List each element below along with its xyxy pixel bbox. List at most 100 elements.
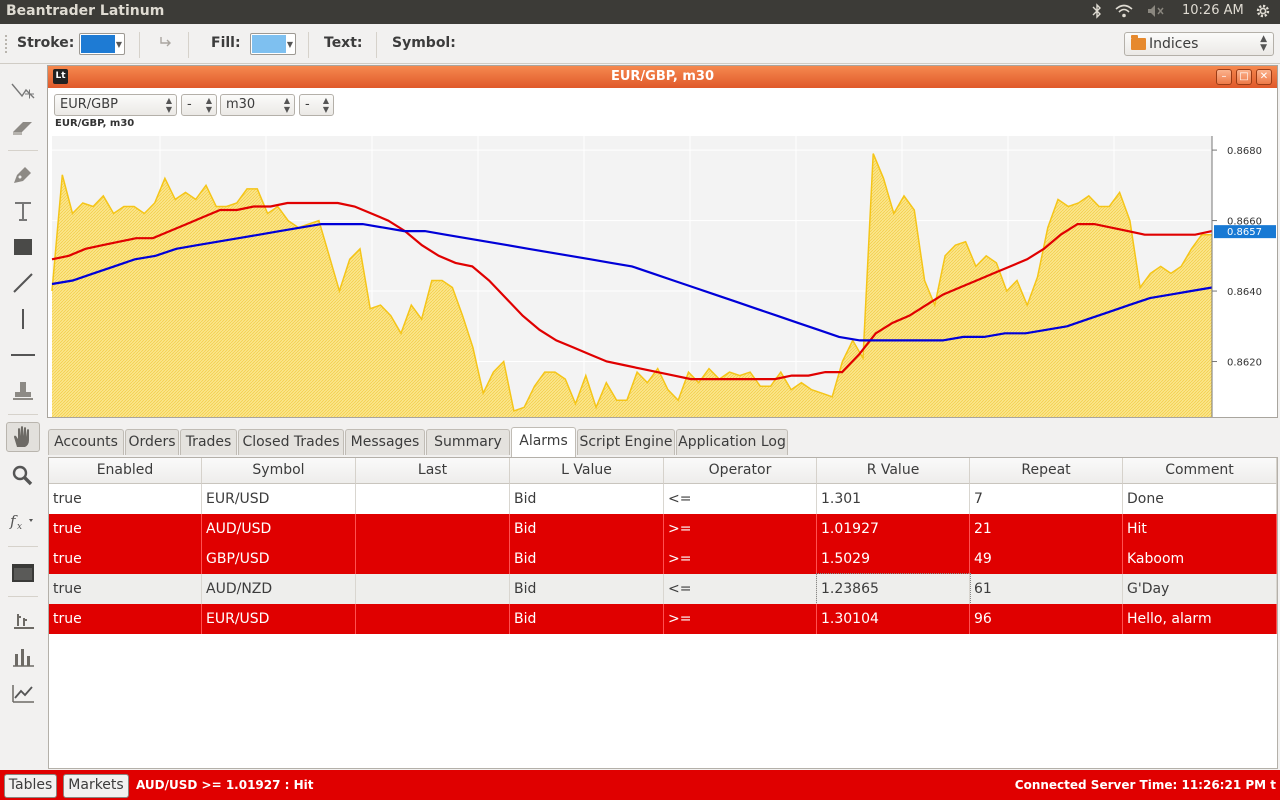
cell-comment: G'Day	[1123, 574, 1277, 604]
table-row[interactable]: true GBP/USD Bid >= 1.5029 49 Kaboom	[49, 544, 1277, 574]
status-bar: Tables Markets AUD/USD >= 1.01927 : Hit …	[0, 770, 1280, 800]
zoom-magnifier-icon[interactable]	[6, 460, 40, 490]
tables-button[interactable]: Tables	[4, 774, 57, 798]
stroke-color-swatch	[81, 35, 115, 53]
separator	[8, 150, 38, 151]
status-message: AUD/USD >= 1.01927 : Hit	[136, 778, 314, 792]
markets-button[interactable]: Markets	[63, 774, 129, 798]
left-tool-palette: fx	[0, 64, 46, 770]
text-tool-icon[interactable]	[6, 196, 40, 226]
cell-comment: Hit	[1123, 514, 1277, 544]
ohlc-bars-icon[interactable]	[6, 604, 40, 634]
column-header-repeat[interactable]: Repeat	[970, 458, 1123, 484]
vertical-line-tool-icon[interactable]	[6, 304, 40, 334]
table-row[interactable]: true EUR/USD Bid >= 1.30104 96 Hello, alarm	[49, 604, 1277, 634]
cell-lvalue: Bid	[510, 604, 664, 634]
cell-last	[356, 574, 510, 604]
cell-repeat: 61	[970, 574, 1123, 604]
table-row[interactable]: true EUR/USD Bid <= 1.301 7 Done	[49, 484, 1277, 514]
separator	[188, 32, 189, 58]
cell-enabled: true	[49, 544, 202, 574]
tab-alarms[interactable]: Alarms	[511, 427, 576, 457]
column-header-enabled[interactable]: Enabled	[49, 458, 202, 484]
chevron-down-icon: ▼	[115, 40, 122, 49]
tab-closed-trades[interactable]: Closed Trades	[238, 429, 344, 455]
tab-orders[interactable]: Orders	[125, 429, 179, 455]
chevron-down-icon: ▼	[286, 40, 293, 49]
cell-operator: <=	[664, 484, 817, 514]
drawing-toolbar: Stroke: ▼ Fill: ▼ Text: Symbol:	[0, 24, 1280, 64]
separator	[8, 546, 38, 547]
table-row[interactable]: true AUD/USD Bid >= 1.01927 21 Hit	[49, 514, 1277, 544]
cell-symbol: EUR/USD	[202, 604, 356, 634]
swap-colors-icon[interactable]	[157, 34, 175, 56]
window-panel-icon[interactable]	[6, 558, 40, 588]
fill-color-swatch	[252, 35, 286, 53]
column-header-comment[interactable]: Comment	[1123, 458, 1277, 484]
cell-enabled: true	[49, 574, 202, 604]
function-indicator-icon[interactable]: fx	[6, 506, 40, 536]
market-category-value: Indices	[1149, 36, 1199, 52]
column-header-l-value[interactable]: L Value	[510, 458, 664, 484]
cell-lvalue: Bid	[510, 544, 664, 574]
column-header-operator[interactable]: Operator	[664, 458, 817, 484]
wifi-icon[interactable]	[1114, 3, 1134, 23]
cell-lvalue: Bid	[510, 574, 664, 604]
chart-window-title: EUR/GBP, m30	[610, 69, 715, 84]
maximize-window-icon[interactable]: □	[1236, 69, 1252, 85]
minimize-window-icon[interactable]: –	[1216, 69, 1232, 85]
eraser-icon[interactable]	[6, 112, 40, 142]
tab-application-log[interactable]: Application Log	[676, 429, 788, 455]
rectangle-tool-icon[interactable]	[6, 232, 40, 262]
table-row[interactable]: true AUD/NZD Bid <= 1.23865 61 G'Day	[49, 573, 1277, 605]
tab-summary[interactable]: Summary	[426, 429, 510, 455]
trendline-tool-icon[interactable]	[6, 268, 40, 298]
y-axis-tick-label: 0.8620	[1227, 358, 1262, 369]
tab-script-engine[interactable]: Script Engine	[577, 429, 675, 455]
folder-icon	[1131, 35, 1146, 50]
price-chart[interactable]: 0.86800.86600.86400.862028 Feb 10:3028 F…	[48, 88, 1277, 417]
separator	[308, 32, 309, 58]
cell-last	[356, 544, 510, 574]
cell-repeat: 7	[970, 484, 1123, 514]
separator	[139, 32, 140, 58]
chart-window-titlebar[interactable]: Lt EUR/GBP, m30 – □ ✕	[48, 66, 1277, 88]
cell-symbol: AUD/NZD	[202, 574, 356, 604]
pen-tool-icon[interactable]	[6, 160, 40, 190]
settings-gear-icon[interactable]	[1254, 2, 1272, 24]
y-axis-tick-label: 0.8680	[1227, 146, 1262, 157]
toolbar-grip[interactable]	[5, 35, 8, 53]
line-tool-icon[interactable]	[6, 76, 40, 106]
clock[interactable]: 10:26 AM	[1182, 3, 1244, 18]
tab-trades[interactable]: Trades	[180, 429, 237, 455]
stamp-tool-icon[interactable]	[6, 376, 40, 406]
cell-enabled: true	[49, 484, 202, 514]
fill-label: Fill:	[211, 35, 241, 51]
updown-arrows-icon: ▲ ▼	[1260, 34, 1267, 53]
volume-muted-icon[interactable]	[1146, 3, 1166, 23]
cell-lvalue: Bid	[510, 514, 664, 544]
tab-accounts[interactable]: Accounts	[48, 429, 124, 455]
current-price-label: 0.8657	[1227, 227, 1262, 238]
tab-messages[interactable]: Messages	[345, 429, 425, 455]
hand-pan-tool-icon[interactable]	[6, 422, 40, 452]
bar-chart-icon[interactable]	[6, 642, 40, 672]
column-header-last[interactable]: Last	[356, 458, 510, 484]
close-window-icon[interactable]: ✕	[1256, 69, 1272, 85]
stroke-color-picker[interactable]: ▼	[79, 33, 125, 55]
bluetooth-icon[interactable]	[1092, 3, 1102, 23]
alarms-table: Enabled Symbol Last L Value Operator R Value R…	[48, 457, 1278, 769]
chart-window: Lt EUR/GBP, m30 – □ ✕ EUR/GBP ▲ ▼ - ▲ ▼ m3…	[47, 65, 1278, 418]
column-header-r-value[interactable]: R Value	[817, 458, 970, 484]
cell-symbol: AUD/USD	[202, 514, 356, 544]
cell-operator: <=	[664, 574, 817, 604]
market-category-select[interactable]: Indices ▲ ▼	[1124, 32, 1274, 56]
horizontal-line-tool-icon[interactable]	[6, 340, 40, 370]
column-header-symbol[interactable]: Symbol	[202, 458, 356, 484]
cell-enabled: true	[49, 604, 202, 634]
text-label: Text:	[324, 35, 363, 51]
bottom-tab-bar: Accounts Orders Trades Closed Trades Message…	[48, 427, 1278, 457]
line-chart-icon[interactable]	[6, 678, 40, 708]
fill-color-picker[interactable]: ▼	[250, 33, 296, 55]
y-axis-tick-label: 0.8640	[1227, 287, 1262, 298]
